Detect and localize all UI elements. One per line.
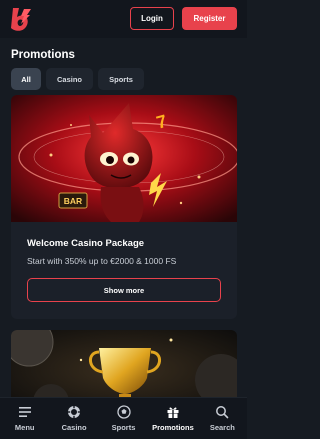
nav-item-menu[interactable]: Menu — [0, 398, 49, 439]
nav-label: Search — [209, 423, 235, 432]
tab-casino[interactable]: Casino — [46, 68, 93, 90]
promo-filter-tabs: All Casino Sports — [11, 68, 144, 90]
nav-label: Casino — [61, 423, 87, 432]
brand-logo-icon[interactable] — [9, 6, 33, 32]
bottom-navigation: Menu Casino Sports Promotions Search — [0, 397, 247, 439]
tab-all[interactable]: All — [11, 68, 41, 90]
menu-icon — [18, 407, 31, 417]
nav-item-promotions[interactable]: Promotions — [148, 398, 197, 439]
show-more-button[interactable]: Show more — [27, 278, 221, 302]
promo-banner-image: BAR 7 — [11, 95, 237, 222]
nav-label: Menu — [14, 423, 35, 432]
search-icon — [216, 406, 229, 419]
tab-sports[interactable]: Sports — [98, 68, 144, 90]
soccer-ball-icon — [116, 405, 131, 419]
login-button[interactable]: Login — [130, 7, 174, 30]
nav-item-casino[interactable]: Casino — [49, 398, 98, 439]
top-header: Login Register — [0, 0, 247, 38]
nav-label: Sports — [111, 423, 136, 432]
nav-label: Promotions — [152, 423, 194, 432]
promo-image-sign-text: BAR — [64, 196, 82, 206]
page-title: Promotions — [11, 49, 75, 61]
promo-card[interactable]: BAR 7 Welcome Casino Package Start with … — [11, 95, 237, 319]
nav-item-sports[interactable]: Sports — [99, 398, 148, 439]
gift-icon — [167, 407, 179, 418]
nav-item-search[interactable]: Search — [198, 398, 247, 439]
register-button[interactable]: Register — [182, 7, 237, 30]
promo-title: Welcome Casino Package — [27, 238, 145, 249]
promo-description: Start with 350% up to €2000 & 1000 FS — [27, 256, 177, 266]
casino-chip-icon — [68, 406, 81, 418]
